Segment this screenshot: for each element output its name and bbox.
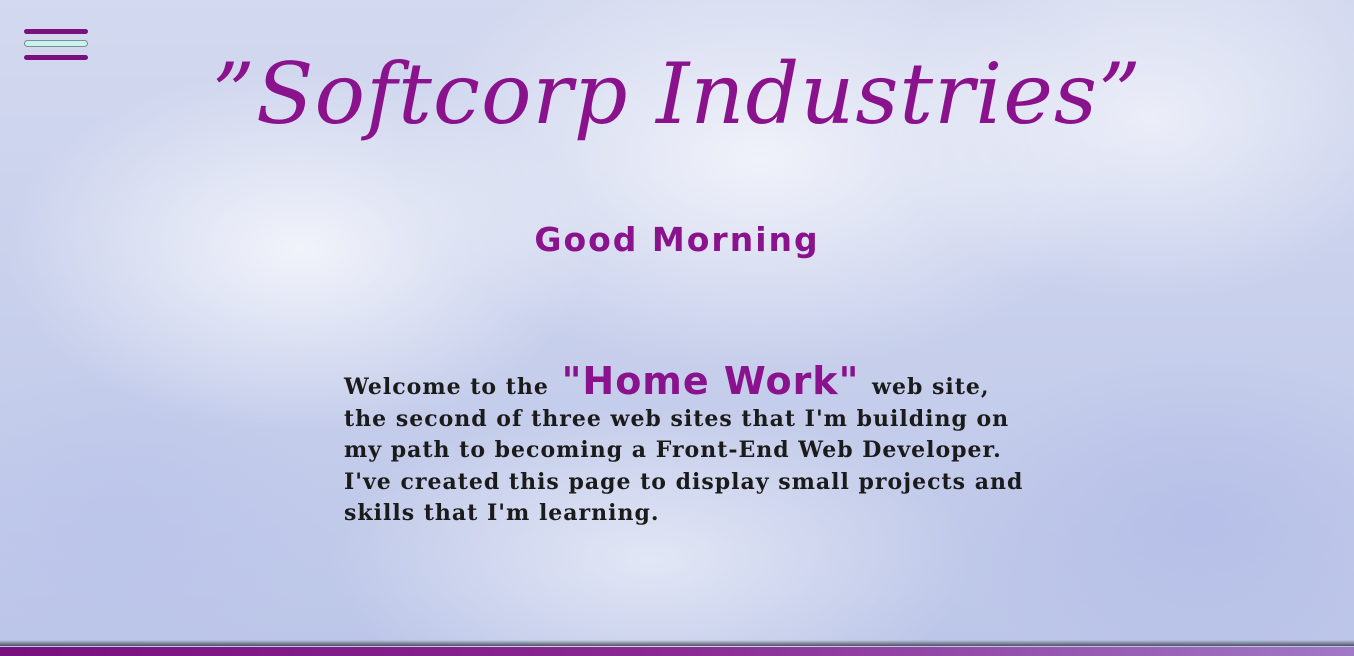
greeting: Good Morning <box>534 220 820 259</box>
menu-bar-top <box>24 29 88 34</box>
footer-shadow <box>0 640 1354 646</box>
footer-bar <box>0 647 1354 656</box>
site-title: ”Softcorp Industries” <box>212 45 1142 143</box>
intro-highlight: "Home Work" <box>561 359 860 403</box>
footer-divider <box>0 640 1354 656</box>
intro-lead: Welcome to the <box>344 374 558 400</box>
intro-paragraph: Welcome to the "Home Work" web site, the… <box>344 362 1024 530</box>
